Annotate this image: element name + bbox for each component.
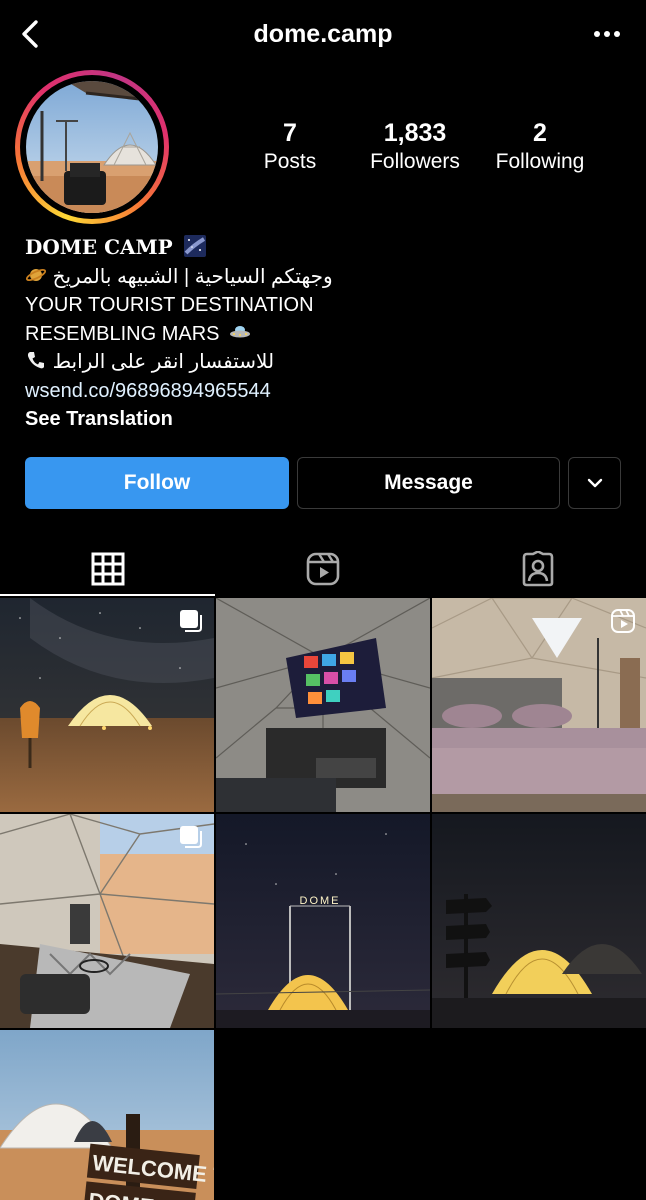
top-nav-bar: dome.camp bbox=[0, 0, 646, 70]
follow-button[interactable]: Follow bbox=[25, 457, 289, 509]
suggested-accounts-button[interactable] bbox=[568, 457, 621, 509]
bio-english-line-1: YOUR TOURIST DESTINATION bbox=[25, 294, 314, 316]
bio-name-row: DOME CAMP bbox=[25, 233, 625, 263]
post-thumbnail[interactable] bbox=[216, 598, 430, 812]
bio-link[interactable]: wsend.co/96896894965544 bbox=[25, 377, 625, 406]
bio-arabic-line-1: وجهتكم السياحية | الشبيهه بالمريخ bbox=[52, 265, 333, 288]
post-thumbnail[interactable] bbox=[432, 598, 646, 812]
chevron-down-icon bbox=[587, 478, 602, 488]
bio-english-line-2-row: RESEMBLING MARS bbox=[25, 320, 625, 349]
post-thumbnail[interactable] bbox=[0, 598, 214, 812]
following-count-label: Following bbox=[495, 150, 585, 173]
profile-bio: DOME CAMP وجهتكم السياحية | الشبيهه بالم… bbox=[25, 233, 625, 434]
milky-way-icon bbox=[184, 235, 207, 257]
bio-arabic-line-2: للاستفسار انقر على الرابط bbox=[52, 351, 275, 373]
reels-icon bbox=[306, 552, 339, 586]
followers-count[interactable]: 1,833 Followers bbox=[350, 118, 480, 176]
grid-icon bbox=[91, 552, 124, 586]
bio-english-line-2: RESEMBLING MARS bbox=[25, 322, 220, 345]
bio-arabic-line-2-row: للاستفسار انقر على الرابط bbox=[25, 348, 625, 377]
carousel-icon bbox=[180, 826, 202, 848]
profile-tabs bbox=[0, 540, 646, 598]
following-count[interactable]: 2 Following bbox=[475, 118, 605, 176]
posts-count[interactable]: 7 Posts bbox=[225, 118, 355, 176]
posts-count-value: 7 bbox=[283, 119, 297, 147]
ringed-planet-icon bbox=[25, 268, 47, 281]
post-thumbnail[interactable]: DOME bbox=[216, 814, 430, 1028]
profile-display-name: DOME CAMP bbox=[25, 235, 173, 259]
tab-tagged[interactable] bbox=[430, 540, 645, 598]
reels-icon bbox=[611, 609, 635, 633]
profile-username: dome.camp bbox=[253, 20, 393, 48]
dome-sign-text: DOME bbox=[300, 895, 341, 907]
post-thumbnail[interactable] bbox=[432, 814, 646, 1028]
avatar-story-ring[interactable] bbox=[15, 70, 169, 224]
tab-reels[interactable] bbox=[215, 540, 430, 598]
followers-count-label: Followers bbox=[370, 150, 460, 173]
tagged-user-icon bbox=[522, 551, 553, 587]
followers-count-value: 1,833 bbox=[383, 119, 447, 147]
telephone-icon bbox=[27, 352, 44, 369]
carousel-icon bbox=[180, 610, 202, 632]
message-button[interactable]: Message bbox=[297, 457, 560, 509]
post-thumbnail[interactable]: WELCOME TO DOME CA bbox=[0, 1030, 214, 1200]
active-tab-indicator bbox=[0, 594, 215, 596]
post-thumbnail[interactable] bbox=[0, 814, 214, 1028]
avatar bbox=[26, 81, 158, 213]
ufo-icon bbox=[230, 325, 251, 337]
bio-arabic-line-1-row: وجهتكم السياحية | الشبيهه بالمريخ bbox=[25, 263, 625, 292]
see-translation-link[interactable]: See Translation bbox=[25, 405, 625, 434]
following-count-value: 2 bbox=[533, 119, 547, 147]
tab-posts-grid[interactable] bbox=[0, 540, 215, 598]
posts-count-label: Posts bbox=[263, 150, 317, 173]
more-options-icon[interactable] bbox=[592, 24, 622, 44]
